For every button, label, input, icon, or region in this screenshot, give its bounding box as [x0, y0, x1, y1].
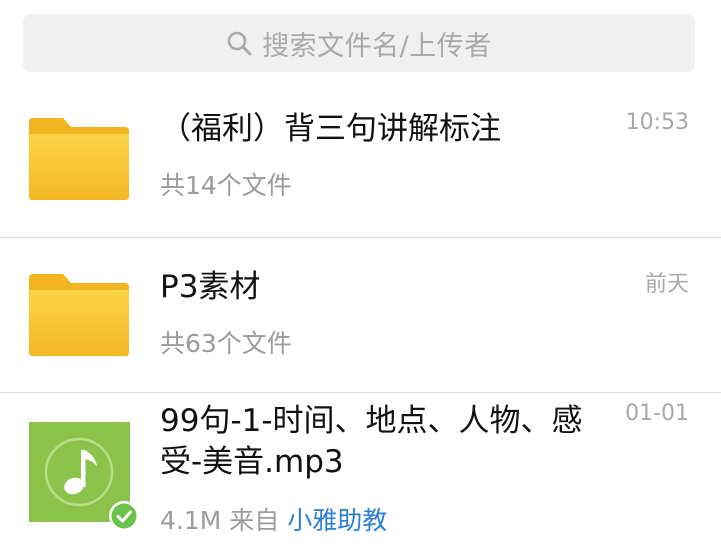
file-count: 共14个文件	[160, 171, 292, 200]
source-prefix: 来自	[229, 506, 280, 535]
file-time: 01-01	[625, 401, 689, 426]
file-title: （福利）背三句讲解标注	[160, 111, 501, 147]
search-bar[interactable]: 搜索文件名/上传者	[23, 14, 695, 72]
file-count: 共63个文件	[160, 329, 292, 358]
folder-icon	[29, 274, 129, 356]
file-time: 前天	[644, 272, 689, 297]
search-placeholder: 搜索文件名/上传者	[262, 30, 492, 62]
list-item-folder[interactable]: P3素材 共63个文件 前天	[0, 238, 721, 393]
file-time: 10:53	[625, 110, 689, 135]
folder-icon	[29, 118, 129, 200]
list-item-audio-file[interactable]: 99句-1-时间、地点、人物、感受-美音.mp3 4.1M 来自 小雅助教 01…	[0, 393, 721, 546]
file-list-screen: 搜索文件名/上传者 （福利）背三句讲解标注 共14个文件 10:53 P3素材 …	[0, 0, 721, 546]
check-badge-icon	[109, 501, 139, 531]
search-icon	[227, 31, 252, 56]
file-meta: 4.1M 来自 小雅助教	[160, 501, 387, 537]
file-title: 99句-1-时间、地点、人物、感受-美音.mp3	[160, 403, 583, 480]
list-item-folder[interactable]: （福利）背三句讲解标注 共14个文件 10:53	[0, 82, 721, 237]
uploader-link[interactable]: 小雅助教	[287, 506, 387, 535]
file-size: 4.1M	[160, 506, 222, 535]
file-title: P3素材	[160, 269, 261, 305]
